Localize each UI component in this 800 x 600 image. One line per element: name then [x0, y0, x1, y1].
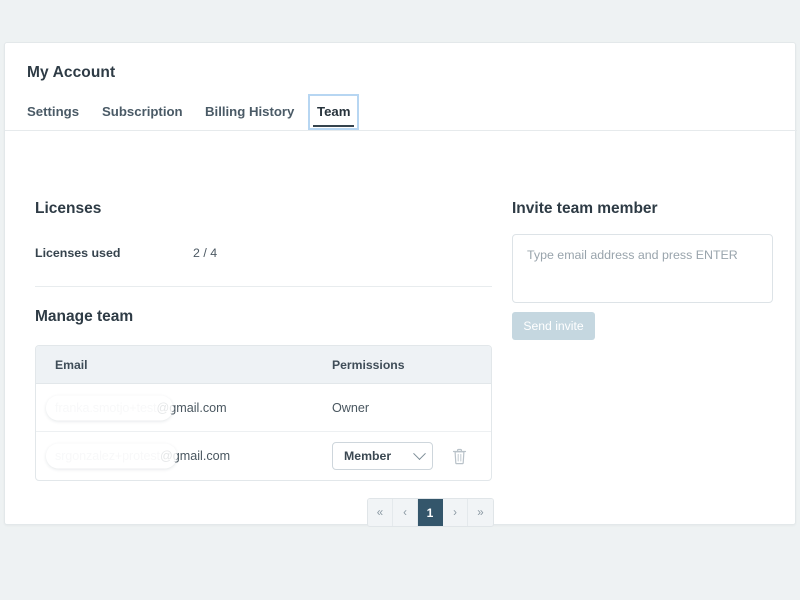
tab-subscription[interactable]: Subscription	[93, 94, 192, 130]
licenses-used-value: 2 / 4	[193, 246, 217, 260]
email-domain: @gmail.com	[160, 449, 230, 463]
section-divider	[35, 286, 492, 287]
chevron-down-icon	[413, 447, 426, 460]
email-masked-username: srgonzalez+protest	[55, 449, 160, 463]
send-invite-button[interactable]: Send invite	[512, 312, 595, 340]
cell-permissions: Owner	[332, 399, 491, 417]
cell-permissions: Member	[332, 442, 491, 470]
permission-value-owner: Owner	[332, 401, 369, 415]
manage-team-heading: Manage team	[35, 308, 133, 326]
licenses-heading: Licenses	[35, 200, 101, 218]
app-root: My Account Settings Subscription Billing…	[0, 0, 800, 600]
pagination-page-1[interactable]: 1	[418, 499, 443, 526]
table-row: srgonzalez+protest@gmail.com Member	[36, 432, 491, 480]
table-header-row: Email Permissions	[36, 346, 491, 384]
tab-settings[interactable]: Settings	[18, 94, 88, 130]
column-header-email: Email	[36, 358, 332, 372]
licenses-used-label: Licenses used	[35, 246, 120, 260]
email-domain: @gmail.com	[156, 401, 226, 415]
cell-email: franka.smotjo+test@gmail.com	[36, 399, 332, 417]
table-row: franka.smotjo+test@gmail.com Owner	[36, 384, 491, 432]
pagination-last[interactable]: »	[468, 499, 493, 526]
invite-heading: Invite team member	[512, 200, 658, 218]
pagination-prev[interactable]: ‹	[393, 499, 418, 526]
email-value: franka.smotjo+test@gmail.com	[55, 401, 227, 415]
invite-email-input[interactable]	[512, 234, 773, 303]
account-card: My Account Settings Subscription Billing…	[4, 42, 796, 525]
column-header-permissions: Permissions	[332, 358, 491, 372]
email-value: srgonzalez+protest@gmail.com	[55, 449, 230, 463]
permission-select-value: Member	[344, 449, 391, 463]
permission-select[interactable]: Member	[332, 442, 433, 470]
pagination: « ‹ 1 › »	[367, 498, 494, 527]
delete-member-button[interactable]	[449, 445, 469, 467]
pagination-first[interactable]: «	[368, 499, 393, 526]
tab-bar: Settings Subscription Billing History Te…	[5, 94, 797, 131]
trash-icon	[452, 448, 467, 465]
page-title: My Account	[27, 64, 115, 82]
team-table: Email Permissions franka.smotjo+test@gma…	[35, 345, 492, 481]
cell-email: srgonzalez+protest@gmail.com	[36, 447, 332, 465]
pagination-next[interactable]: ›	[443, 499, 468, 526]
email-masked-username: franka.smotjo+test	[55, 401, 156, 415]
tab-team[interactable]: Team	[308, 94, 359, 130]
tab-billing-history[interactable]: Billing History	[196, 94, 303, 130]
